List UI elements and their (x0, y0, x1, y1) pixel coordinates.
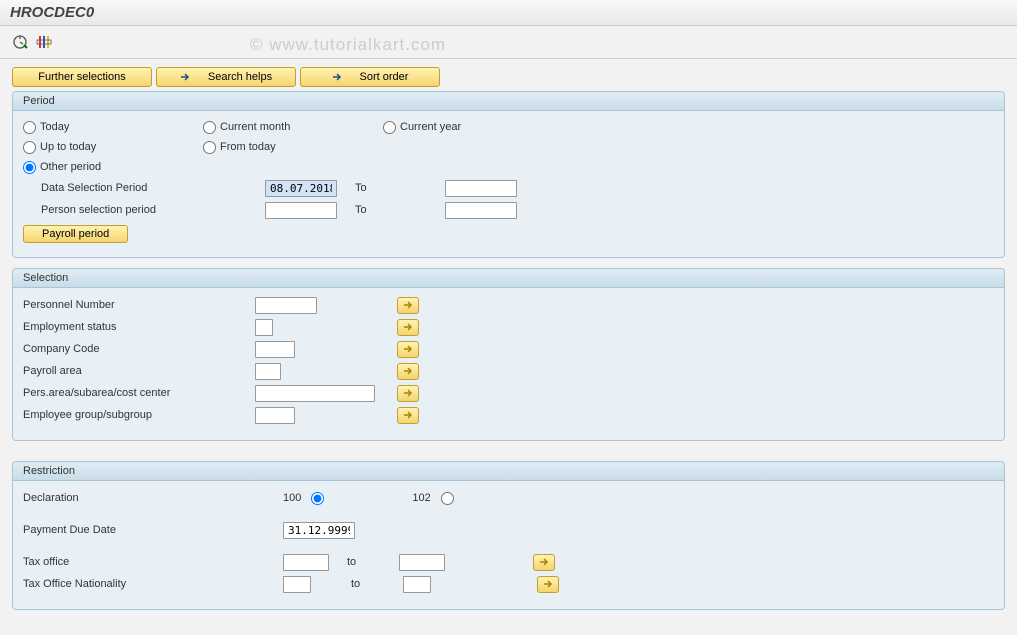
period-group-title: Period (13, 92, 1004, 111)
payroll-area-multiselect-button[interactable] (397, 363, 419, 380)
payment-due-label: Payment Due Date (23, 524, 279, 536)
period-group: Period Today Up to today Other period Cu… (12, 91, 1005, 258)
restriction-group: Restriction Declaration 100 102 Payment … (12, 461, 1005, 610)
emp-group-input[interactable] (255, 407, 295, 424)
selection-group-title: Selection (13, 269, 1004, 288)
radio-up-to-today[interactable] (23, 141, 36, 154)
arrow-right-icon (180, 72, 190, 82)
declaration-label: Declaration (23, 492, 279, 504)
payment-due-input[interactable] (283, 522, 355, 539)
decl-102-label: 102 (412, 492, 430, 504)
page-title: HROCDEC0 (0, 0, 1017, 26)
arrow-right-icon (332, 72, 342, 82)
restriction-group-title: Restriction (13, 462, 1004, 481)
button-row: Further selections Search helps Sort ord… (12, 67, 1005, 87)
personnel-number-input[interactable] (255, 297, 317, 314)
label-current-month[interactable]: Current month (220, 121, 290, 133)
employment-status-input[interactable] (255, 319, 273, 336)
tax-nat-to-input[interactable] (403, 576, 431, 593)
payroll-area-label: Payroll area (23, 365, 251, 377)
decl-100-label: 100 (283, 492, 301, 504)
execute-icon[interactable] (10, 32, 30, 52)
radio-other-period[interactable] (23, 161, 36, 174)
person-selection-from-input[interactable] (265, 202, 337, 219)
sort-order-label: Sort order (360, 71, 409, 83)
tax-office-label: Tax office (23, 556, 279, 568)
to-label: to (337, 578, 399, 590)
radio-decl-102[interactable] (441, 492, 454, 505)
tax-office-to-input[interactable] (399, 554, 445, 571)
pers-area-input[interactable] (255, 385, 375, 402)
pers-area-multiselect-button[interactable] (397, 385, 419, 402)
data-selection-from-input[interactable] (265, 180, 337, 197)
person-selection-period-label: Person selection period (41, 204, 261, 216)
company-code-label: Company Code (23, 343, 251, 355)
sort-order-button[interactable]: Sort order (300, 67, 440, 87)
emp-group-multiselect-button[interactable] (397, 407, 419, 424)
radio-decl-100[interactable] (311, 492, 324, 505)
radio-current-month[interactable] (203, 121, 216, 134)
personnel-number-multiselect-button[interactable] (397, 297, 419, 314)
to-label: To (341, 182, 441, 194)
pers-area-label: Pers.area/subarea/cost center (23, 387, 251, 399)
label-up-to-today[interactable]: Up to today (40, 141, 96, 153)
further-selections-button[interactable]: Further selections (12, 67, 152, 87)
emp-group-label: Employee group/subgroup (23, 409, 251, 421)
label-today[interactable]: Today (40, 121, 69, 133)
selection-group: Selection Personnel Number Employment st… (12, 268, 1005, 441)
tax-office-from-input[interactable] (283, 554, 329, 571)
employment-status-label: Employment status (23, 321, 251, 333)
employment-status-multiselect-button[interactable] (397, 319, 419, 336)
data-selection-to-input[interactable] (445, 180, 517, 197)
variant-icon[interactable] (34, 32, 54, 52)
payroll-period-button[interactable]: Payroll period (23, 225, 128, 243)
search-helps-label: Search helps (208, 71, 272, 83)
payroll-area-input[interactable] (255, 363, 281, 380)
to-label: to (333, 556, 395, 568)
company-code-input[interactable] (255, 341, 295, 358)
company-code-multiselect-button[interactable] (397, 341, 419, 358)
tax-nat-label: Tax Office Nationality (23, 578, 279, 590)
label-other-period[interactable]: Other period (40, 161, 101, 173)
label-current-year[interactable]: Current year (400, 121, 461, 133)
radio-current-year[interactable] (383, 121, 396, 134)
tax-nat-multiselect-button[interactable] (537, 576, 559, 593)
content-area: Further selections Search helps Sort ord… (0, 59, 1017, 618)
person-selection-to-input[interactable] (445, 202, 517, 219)
toolbar (0, 26, 1017, 59)
search-helps-button[interactable]: Search helps (156, 67, 296, 87)
label-from-today[interactable]: From today (220, 141, 276, 153)
radio-from-today[interactable] (203, 141, 216, 154)
tax-nat-from-input[interactable] (283, 576, 311, 593)
tax-office-multiselect-button[interactable] (533, 554, 555, 571)
personnel-number-label: Personnel Number (23, 299, 251, 311)
radio-today[interactable] (23, 121, 36, 134)
data-selection-period-label: Data Selection Period (41, 182, 261, 194)
to-label: To (341, 204, 441, 216)
